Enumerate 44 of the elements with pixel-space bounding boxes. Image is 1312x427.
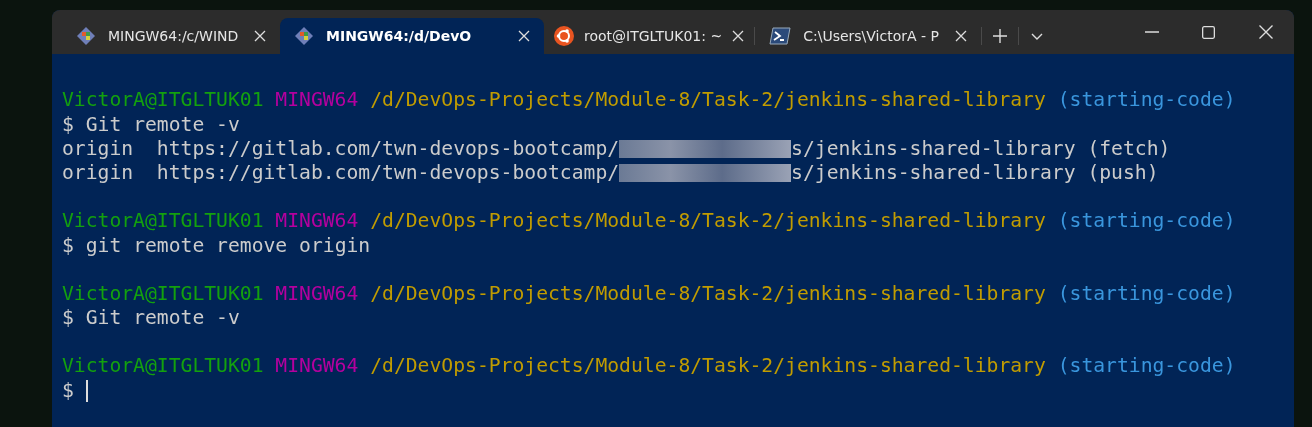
command-text: Git remote -v [85,112,240,136]
close-icon[interactable] [732,30,745,43]
minimize-icon[interactable] [1144,31,1159,34]
terminal-tab[interactable]: MINGW64:/c/WIND [62,18,280,55]
git-branch: (starting-code) [1057,88,1236,112]
prompt-symbol: $ [62,233,74,257]
close-icon[interactable] [1258,25,1273,40]
git-branch: (starting-code) [1057,281,1236,305]
output-text: origin https://gitlab.com/twn-devops-bootcamp/ [62,136,620,160]
prompt-symbol: $ [62,112,74,136]
prompt-path: /d/DevOps-Projects/Module-8/Task-2/jenkins-shared-library [370,209,1046,233]
prompt-user: VictorA@ITGLTUK01 [62,88,264,112]
prompt-symbol: $ [62,306,74,330]
prompt-path: /d/DevOps-Projects/Module-8/Task-2/jenkins-shared-library [370,281,1046,305]
chevron-down-icon[interactable] [1031,32,1044,40]
prompt-system: MINGW64 [275,281,359,305]
git-branch: (starting-code) [1057,209,1236,233]
close-icon[interactable] [955,30,968,43]
ubuntu-icon [554,26,574,47]
prompt-system: MINGW64 [275,88,359,112]
prompt-path: /d/DevOps-Projects/Module-8/Task-2/jenkins-shared-library [370,88,1046,112]
prompt-system: MINGW64 [275,209,359,233]
prompt-user: VictorA@ITGLTUK01 [62,209,264,233]
output-text: s/jenkins-shared-library (push) [791,160,1159,184]
powershell-icon [769,27,792,46]
prompt-system: MINGW64 [275,354,359,378]
plus-icon[interactable] [993,29,1008,44]
output-text: origin https://gitlab.com/twn-devops-bootcamp/ [62,160,620,184]
terminal-tab[interactable]: root@ITGLTUK01: ~ [544,18,755,55]
terminal-tab[interactable]: MINGW64:/d/DevO [280,18,544,55]
prompt-user: VictorA@ITGLTUK01 [62,281,264,305]
prompt-user: VictorA@ITGLTUK01 [62,354,264,378]
git-bash-icon [294,26,314,47]
git-bash-icon [76,26,96,47]
close-icon[interactable] [254,30,266,43]
command-text: Git remote -v [85,306,240,330]
command-text: git remote remove origin [85,233,371,257]
terminal-tab[interactable]: C:\Users\VictorA - P [755,18,982,55]
prompt-path: /d/DevOps-Projects/Module-8/Task-2/jenkins-shared-library [370,354,1046,378]
git-branch: (starting-code) [1057,354,1236,378]
output-text: s/jenkins-shared-library (fetch) [791,136,1171,160]
maximize-icon[interactable] [1202,25,1215,39]
prompt-symbol: $ [62,378,74,402]
close-icon[interactable] [518,30,530,43]
